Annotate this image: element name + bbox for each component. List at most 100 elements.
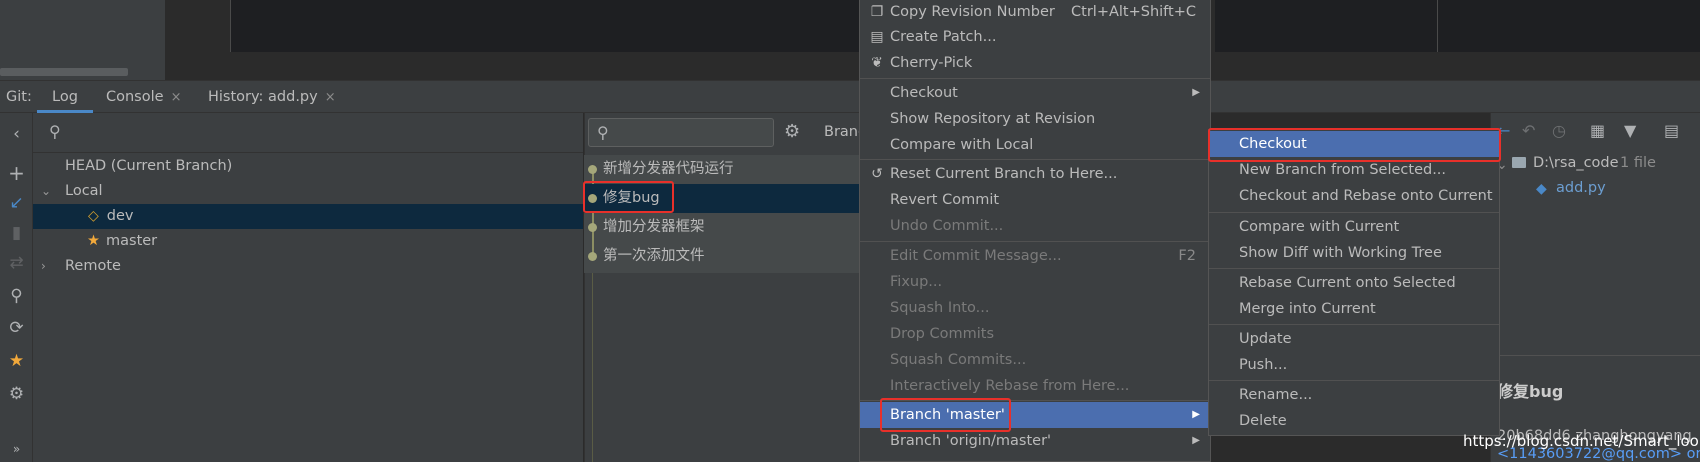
menu-separator — [860, 159, 1210, 160]
submenu-item-checkout-rebase[interactable]: Checkout and Rebase onto Current — [1209, 183, 1499, 209]
gear-icon[interactable]: ⚙ — [0, 381, 33, 407]
commit-node — [588, 165, 597, 174]
commit-context-menu: ❐ Copy Revision Number Ctrl+Alt+Shift+C … — [859, 0, 1211, 462]
tag-icon: ◇ — [88, 208, 99, 224]
pane-divider — [1437, 0, 1438, 52]
group-by-icon[interactable]: ▦ — [1590, 121, 1605, 140]
root-path: D:\rsa_code — [1533, 155, 1619, 171]
tab-log-label: Log — [52, 89, 78, 105]
submenu-item-delete[interactable]: Delete — [1209, 408, 1499, 434]
folder-icon — [1512, 157, 1526, 168]
menu-item-revert-commit[interactable]: Revert Commit — [860, 187, 1210, 213]
cherry-icon: ❦ — [871, 55, 883, 71]
menu-item-edit-message[interactable]: Edit Commit Message... F2 — [860, 243, 1210, 269]
commit-row[interactable]: 增加分发器框架 — [584, 213, 859, 242]
delete-icon[interactable]: ▮ — [0, 220, 33, 246]
search-icon: ⚲ — [597, 123, 609, 142]
commit-row[interactable]: 第一次添加文件 — [584, 242, 859, 271]
submenu-item-rename[interactable]: Rename... — [1209, 382, 1499, 408]
menu-item-squash-into[interactable]: Squash Into... — [860, 295, 1210, 321]
menu-separator — [1209, 268, 1499, 269]
search-icon[interactable]: ⚲ — [0, 283, 33, 309]
commit-search-input[interactable]: ⚲ — [588, 118, 774, 147]
submenu-item-merge-current[interactable]: Merge into Current — [1209, 296, 1499, 322]
tab-history[interactable]: History: add.py × — [208, 81, 336, 113]
gear-icon[interactable]: ⚙ — [784, 121, 800, 142]
favorite-star-icon[interactable]: ★ — [0, 348, 33, 374]
tree-item-dev[interactable]: ◇ dev — [33, 204, 583, 229]
tree-item-master[interactable]: ★ master — [33, 229, 583, 254]
tree-item-remote[interactable]: › Remote — [33, 254, 583, 279]
branch-search-field[interactable]: ⚲ — [33, 113, 583, 153]
menu-item-fixup[interactable]: Fixup... — [860, 269, 1210, 295]
local-label: Local — [65, 183, 103, 199]
tree-item-local[interactable]: ⌄ Local — [33, 179, 583, 204]
more-icon[interactable]: » — [0, 436, 33, 462]
tab-log[interactable]: Log — [52, 81, 78, 113]
watermark: https://blog.csdn.net/Smart_look — [1463, 432, 1700, 450]
tab-console[interactable]: Console × — [106, 81, 181, 113]
filter-icon[interactable]: ▼ — [1624, 121, 1636, 140]
submenu-item-rebase-current[interactable]: Rebase Current onto Selected — [1209, 270, 1499, 296]
commit-title: 修复bug — [1497, 382, 1564, 401]
submenu-arrow-icon: ▶ — [1192, 435, 1200, 446]
chevron-right-icon[interactable]: › — [41, 254, 55, 279]
horizontal-scrollbar[interactable] — [0, 68, 128, 76]
remote-label: Remote — [65, 258, 121, 274]
menu-separator — [1209, 324, 1499, 325]
update-icon[interactable]: ↙ — [0, 190, 33, 216]
submenu-item-show-diff[interactable]: Show Diff with Working Tree — [1209, 240, 1499, 266]
menu-separator — [860, 78, 1210, 79]
layout-icon[interactable]: ▤ — [1664, 121, 1679, 140]
menu-item-reset-branch[interactable]: ↺ Reset Current Branch to Here... — [860, 161, 1210, 187]
patch-icon: ▤ — [870, 29, 884, 45]
changed-file[interactable]: add.py — [1556, 180, 1606, 196]
add-icon[interactable]: + — [0, 160, 33, 186]
menu-separator — [860, 241, 1210, 242]
commit-node — [588, 223, 597, 232]
close-icon[interactable]: × — [325, 90, 336, 105]
revert-icon[interactable]: ↶ — [1522, 121, 1535, 140]
menu-item-show-repository[interactable]: Show Repository at Revision — [860, 106, 1210, 132]
close-icon[interactable]: × — [171, 90, 182, 105]
menu-item-checkout[interactable]: Checkout ▶ — [860, 80, 1210, 106]
submenu-item-push[interactable]: Push... — [1209, 352, 1499, 378]
dev-label: dev — [106, 208, 134, 224]
compare-icon[interactable]: ⇄ — [0, 250, 33, 276]
fetch-icon[interactable]: ⟳ — [0, 315, 33, 341]
branch-submenu: Checkout New Branch from Selected... Che… — [1208, 129, 1500, 436]
left-toolbar: ‹ + ↙ ▮ ⇄ ⚲ ⟳ ★ ⚙ » — [0, 113, 33, 462]
menu-item-copy-revision[interactable]: ❐ Copy Revision Number Ctrl+Alt+Shift+C — [860, 0, 1210, 25]
graph-line — [592, 273, 593, 462]
master-label: master — [106, 233, 158, 249]
menu-item-compare-local[interactable]: Compare with Local — [860, 132, 1210, 158]
menu-item-interactive-rebase[interactable]: Interactively Rebase from Here... — [860, 373, 1210, 399]
star-icon: ★ — [87, 233, 100, 249]
menu-item-create-patch[interactable]: ▤ Create Patch... — [860, 24, 1210, 50]
commit-node — [588, 252, 597, 261]
submenu-arrow-icon: ▶ — [1192, 409, 1200, 420]
editor-right-pane — [1215, 0, 1700, 52]
divider — [1490, 355, 1700, 356]
commit-subject: 新增分发器代码运行 — [603, 161, 734, 177]
python-file-icon: ◆ — [1536, 181, 1547, 197]
tree-item-head[interactable]: HEAD (Current Branch) — [33, 154, 583, 179]
file-count: 1 file — [1620, 155, 1656, 171]
menu-separator — [1209, 380, 1499, 381]
tab-history-label: History: add.py — [208, 89, 318, 105]
tab-console-label: Console — [106, 89, 164, 105]
submenu-item-compare-current[interactable]: Compare with Current — [1209, 214, 1499, 240]
commit-row[interactable]: 新增分发器代码运行 — [584, 155, 859, 184]
copy-icon: ❐ — [870, 4, 884, 20]
branch-filter[interactable]: Branch — [824, 124, 860, 140]
history-icon[interactable]: ◷ — [1552, 121, 1566, 140]
collapse-arrow-icon[interactable]: ‹ — [0, 121, 33, 147]
chevron-down-icon[interactable]: ⌄ — [41, 179, 55, 204]
menu-item-undo-commit[interactable]: Undo Commit... — [860, 213, 1210, 239]
menu-item-squash-commits[interactable]: Squash Commits... — [860, 347, 1210, 373]
git-label: Git: — [6, 89, 32, 105]
head-label: HEAD (Current Branch) — [65, 158, 233, 174]
menu-item-drop-commits[interactable]: Drop Commits — [860, 321, 1210, 347]
submenu-item-update[interactable]: Update — [1209, 326, 1499, 352]
menu-item-cherry-pick[interactable]: ❦ Cherry-Pick — [860, 50, 1210, 76]
